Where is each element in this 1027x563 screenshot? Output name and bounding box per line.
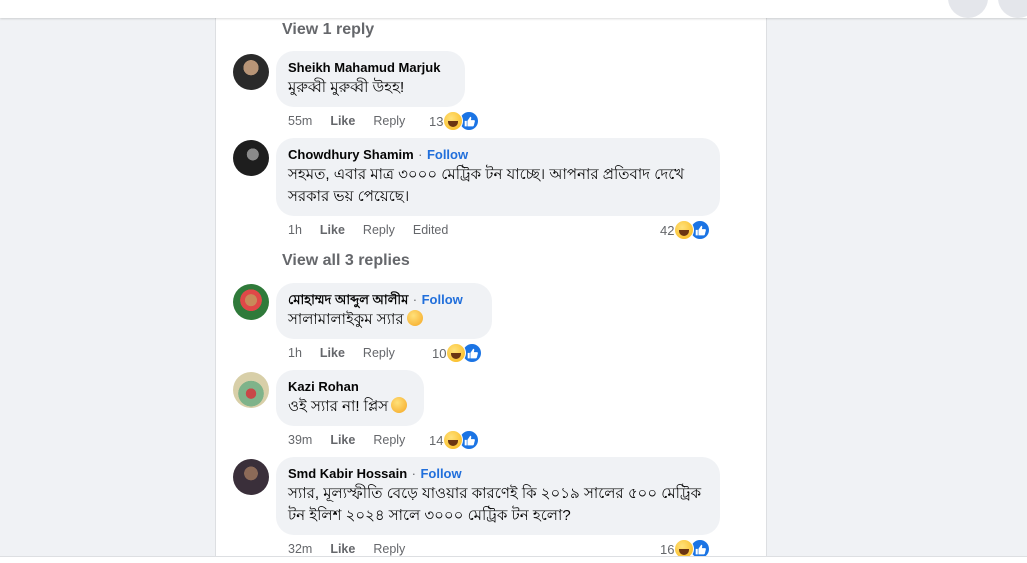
reaction-summary[interactable]: 10 <box>432 343 483 363</box>
comment-text: সহমত, এবার মাত্র ৩০০০ মেট্রিক টন যাচ্ছে।… <box>288 166 685 183</box>
avatar[interactable] <box>233 54 269 90</box>
like-button[interactable]: Like <box>330 433 355 447</box>
comment-actions: 39m Like Reply <box>288 430 423 450</box>
follow-button[interactable]: Follow <box>427 147 468 162</box>
view-all-replies-link[interactable]: View all 3 replies <box>282 252 410 270</box>
comment-author[interactable]: Chowdhury Shamim <box>288 147 414 162</box>
reply-button[interactable]: Reply <box>363 346 395 360</box>
comment-time[interactable]: 32m <box>288 542 312 556</box>
reaction-count: 14 <box>429 432 444 448</box>
view-replies-link[interactable]: View 1 reply <box>282 21 374 39</box>
comment-text: সরকার ভয় পেয়েছে। <box>288 188 410 205</box>
haha-reaction-icon <box>446 343 467 363</box>
comment-text: স্যার, মূল্যস্ফীতি বেড়ে যাওয়ার কারণেই … <box>288 485 702 502</box>
comment-bubble: Sheikh Mahamud Marjuk মুরুব্বী মুরুব্বী … <box>276 51 465 107</box>
nav-button-icon[interactable] <box>998 0 1027 18</box>
avatar[interactable] <box>233 372 269 408</box>
reaction-count: 16 <box>660 541 675 557</box>
comments-panel: View 1 reply Sheikh Mahamud Marjuk মুরুব… <box>215 0 767 563</box>
comment-bubble: মোহাম্মদ আব্দুল আলীম · Follow সালামালাইক… <box>276 283 492 339</box>
avatar[interactable] <box>233 459 269 495</box>
avatar[interactable] <box>233 140 269 176</box>
comment-author[interactable]: Sheikh Mahamud Marjuk <box>288 59 453 77</box>
comment-text: ওই স্যার না! প্লিস <box>288 398 389 415</box>
avatar[interactable] <box>233 284 269 320</box>
reaction-count: 13 <box>429 113 444 129</box>
comment-actions: 1h Like Reply <box>288 343 413 363</box>
comment-time[interactable]: 39m <box>288 433 312 447</box>
reaction-summary[interactable]: 13 <box>429 111 480 131</box>
haha-reaction-icon <box>674 220 695 240</box>
comment-text: মুরুব্বী মুরুব্বী উহহ! <box>288 79 405 96</box>
like-button[interactable]: Like <box>320 346 345 360</box>
comment-time[interactable]: 55m <box>288 114 312 128</box>
comment-author[interactable]: Smd Kabir Hossain <box>288 466 407 481</box>
top-navigation-bar <box>0 0 1027 18</box>
haha-reaction-icon <box>443 111 464 131</box>
reply-button[interactable]: Reply <box>373 542 405 556</box>
nav-button-icon[interactable] <box>948 0 988 18</box>
comment-bubble: Kazi Rohan ওই স্যার না! প্লিস <box>276 370 424 426</box>
reaction-summary[interactable]: 14 <box>429 430 480 450</box>
reaction-count: 42 <box>660 222 675 238</box>
reply-button[interactable]: Reply <box>373 114 405 128</box>
crying-emoji-icon <box>391 397 408 413</box>
haha-reaction-icon <box>443 430 464 450</box>
comment-author[interactable]: মোহাম্মদ আব্দুল আলীম <box>288 292 408 307</box>
like-button[interactable]: Like <box>320 223 345 237</box>
comment-author[interactable]: Kazi Rohan <box>288 378 412 396</box>
comment-text: টন ইলিশ ২০২৪ সালে ৩০০০ মেট্রিক টন হলো? <box>288 507 571 524</box>
sweat-smile-emoji-icon <box>406 310 423 326</box>
comment-time[interactable]: 1h <box>288 223 302 237</box>
like-button[interactable]: Like <box>330 114 355 128</box>
bottom-bar <box>0 556 1027 563</box>
reply-button[interactable]: Reply <box>373 433 405 447</box>
comment-actions: 55m Like Reply <box>288 111 423 131</box>
reply-button[interactable]: Reply <box>363 223 395 237</box>
reaction-summary[interactable]: 42 <box>660 220 711 240</box>
edited-label: Edited <box>412 223 449 237</box>
comment-bubble: Smd Kabir Hossain · Follow স্যার, মূল্যস… <box>276 457 720 535</box>
separator: · <box>411 466 416 481</box>
like-button[interactable]: Like <box>330 542 355 556</box>
comment-bubble: Chowdhury Shamim · Follow সহমত, এবার মাত… <box>276 138 720 216</box>
comment-time[interactable]: 1h <box>288 346 302 360</box>
separator: · <box>412 292 418 307</box>
comment-actions: 1h Like Reply Edited <box>288 220 466 240</box>
follow-button[interactable]: Follow <box>422 292 463 307</box>
separator: · <box>418 147 423 162</box>
reaction-count: 10 <box>432 345 447 361</box>
comment-text: সালামালাইকুম স্যার <box>288 311 404 328</box>
follow-button[interactable]: Follow <box>420 466 461 481</box>
